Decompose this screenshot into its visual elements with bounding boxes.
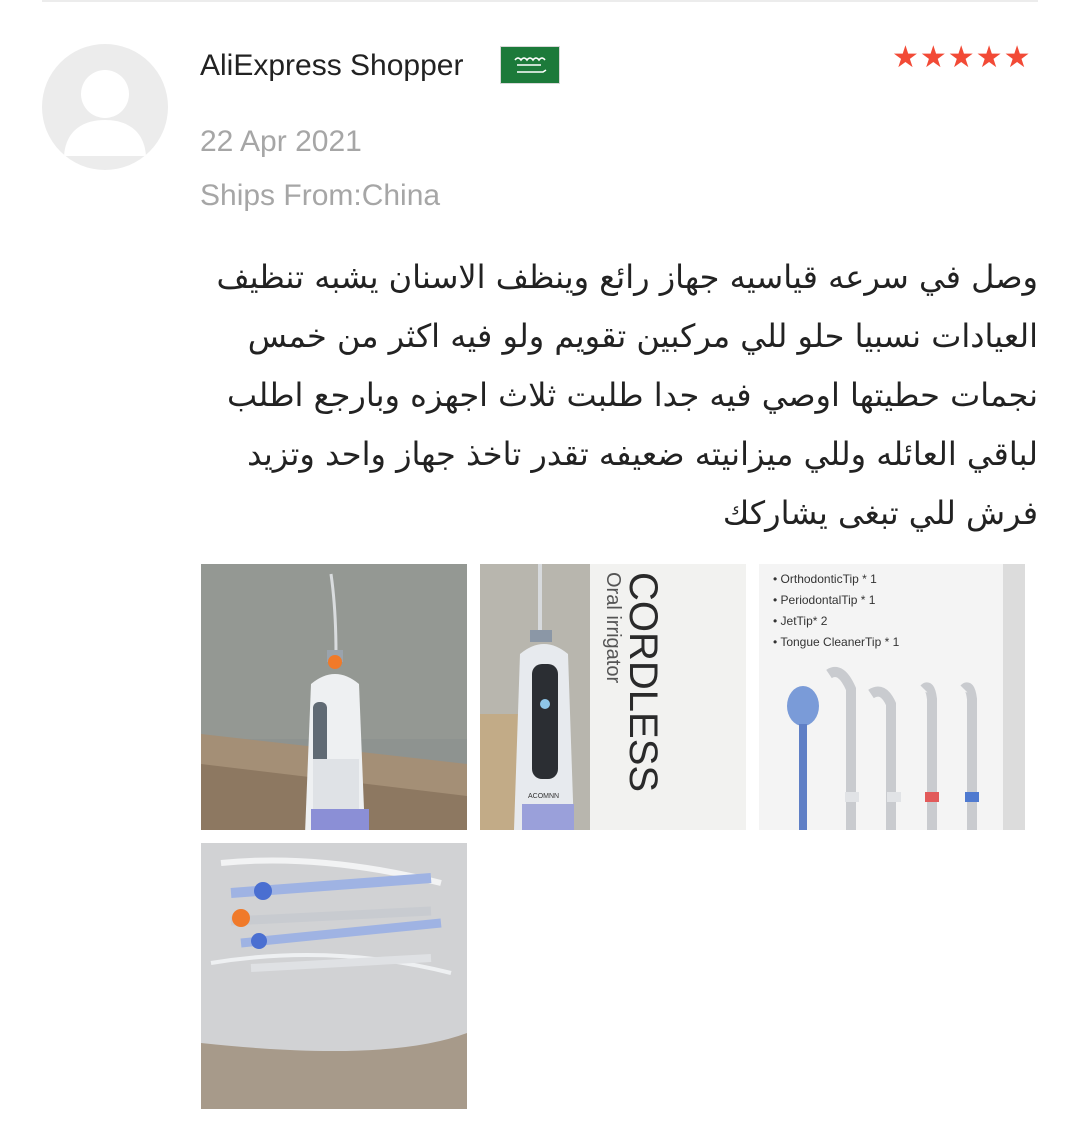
- ships-from: Ships From:China: [200, 179, 441, 212]
- tip-list-item-1: • OrthodonticTip * 1: [773, 572, 877, 586]
- saudi-flag-icon: [500, 46, 560, 84]
- top-divider: [42, 0, 1038, 2]
- rating-stars: ★★★★★: [892, 41, 1032, 74]
- avatar-silhouette-icon: [64, 70, 146, 156]
- tip-list-item-2: • PeriodontalTip * 1: [773, 593, 876, 607]
- reviewer-name: AliExpress Shopper: [200, 49, 464, 82]
- reviewer-avatar: [42, 44, 168, 170]
- review-text: وصل في سرعه قياسيه جهاز رائع وينظف الاسن…: [216, 258, 1038, 532]
- review-photo-2[interactable]: CORDLESS Oral irrigator ACOMNN: [480, 564, 746, 830]
- device-brand: ACOMNN: [528, 793, 559, 800]
- review-date: 22 Apr 2021: [200, 125, 362, 158]
- box-subtitle: Oral irrigator: [602, 572, 624, 683]
- tip-list-item-4: • Tongue CleanerTip * 1: [773, 635, 900, 649]
- box-title: CORDLESS: [621, 572, 665, 792]
- review-photo-3[interactable]: • OrthodonticTip * 1 • PeriodontalTip * …: [759, 564, 1025, 830]
- review-photo-4[interactable]: [201, 843, 467, 1109]
- tip-list-item-3: • JetTip* 2: [773, 614, 828, 628]
- review-photo-1[interactable]: [201, 564, 467, 830]
